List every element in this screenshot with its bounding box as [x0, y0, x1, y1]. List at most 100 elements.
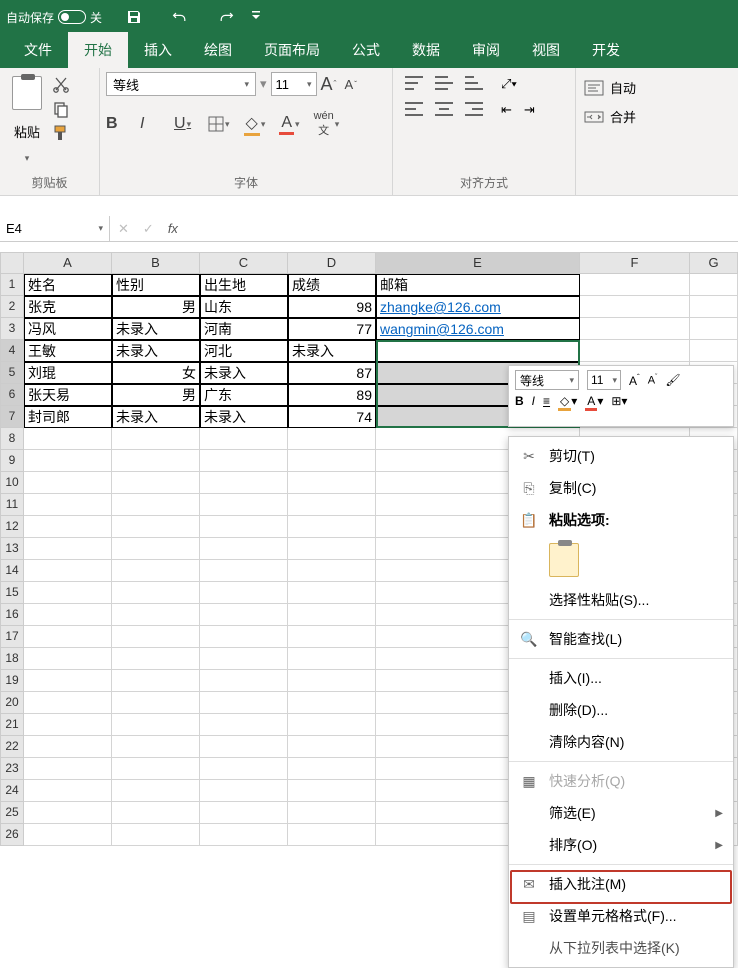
cell[interactable]: 刘琨	[24, 362, 112, 384]
cell[interactable]	[288, 582, 376, 604]
tab-data[interactable]: 数据	[396, 32, 456, 68]
cell[interactable]	[288, 780, 376, 802]
row-header-15[interactable]: 15	[0, 582, 24, 604]
cell[interactable]	[24, 736, 112, 758]
row-header-3[interactable]: 3	[0, 318, 24, 340]
borders-button[interactable]: ≡	[543, 394, 550, 408]
cell[interactable]	[112, 714, 200, 736]
cell[interactable]	[200, 758, 288, 780]
col-header-E[interactable]: E	[376, 252, 580, 274]
merge-center-button[interactable]: 合并	[584, 107, 730, 126]
cell[interactable]	[24, 472, 112, 494]
decrease-font-icon[interactable]: Aˇ	[648, 374, 658, 387]
cell[interactable]	[112, 626, 200, 648]
cell[interactable]: 张克	[24, 296, 112, 318]
cell[interactable]	[288, 626, 376, 648]
decrease-indent-icon[interactable]: ⇤	[501, 102, 512, 118]
cell[interactable]	[200, 450, 288, 472]
cell[interactable]	[580, 296, 690, 318]
fill-color-button[interactable]: ◇▾	[244, 113, 266, 136]
tab-review[interactable]: 审阅	[456, 32, 516, 68]
cell[interactable]	[288, 450, 376, 472]
cell[interactable]	[112, 824, 200, 846]
qat-dropdown-icon[interactable]	[248, 9, 264, 25]
cell[interactable]: 男	[112, 296, 200, 318]
menu-paste-option-default[interactable]	[509, 536, 733, 584]
increase-font-icon[interactable]: Aˆ	[321, 74, 341, 95]
menu-format-cells[interactable]: ▤ 设置单元格格式(F)...	[509, 900, 733, 932]
tab-view[interactable]: 视图	[516, 32, 576, 68]
cell[interactable]	[24, 494, 112, 516]
italic-button[interactable]: I	[140, 115, 160, 133]
font-color-button[interactable]: A▾	[585, 394, 603, 408]
autosave-toggle[interactable]: 自动保存 关	[6, 9, 102, 26]
borders-button[interactable]: ⊞▾	[611, 394, 627, 408]
cell[interactable]	[288, 714, 376, 736]
row-header-5[interactable]: 5	[0, 362, 24, 384]
tab-page-layout[interactable]: 页面布局	[248, 32, 336, 68]
row-header-17[interactable]: 17	[0, 626, 24, 648]
cell[interactable]	[24, 538, 112, 560]
cell[interactable]: 未录入	[200, 406, 288, 428]
cell[interactable]: wangmin@126.com	[376, 318, 580, 340]
col-header-D[interactable]: D	[288, 252, 376, 274]
cell[interactable]	[112, 582, 200, 604]
cell[interactable]: 未录入	[288, 340, 376, 362]
cell-E4[interactable]	[376, 340, 580, 362]
cell[interactable]	[24, 604, 112, 626]
menu-clear-contents[interactable]: 清除内容(N)	[509, 726, 733, 758]
cell[interactable]: 87	[288, 362, 376, 384]
row-header-18[interactable]: 18	[0, 648, 24, 670]
cell[interactable]	[112, 428, 200, 450]
cell[interactable]: zhangke@126.com	[376, 296, 580, 318]
italic-button[interactable]: I	[532, 394, 535, 408]
col-header-A[interactable]: A	[24, 252, 112, 274]
format-painter-icon[interactable]	[52, 124, 70, 142]
save-icon[interactable]	[126, 9, 142, 25]
select-all-corner[interactable]	[0, 252, 24, 274]
undo-icon[interactable]	[172, 9, 188, 25]
cell[interactable]	[112, 692, 200, 714]
tab-draw[interactable]: 绘图	[188, 32, 248, 68]
menu-filter[interactable]: 筛选(E) ▶	[509, 797, 733, 829]
cell[interactable]	[200, 714, 288, 736]
row-header-22[interactable]: 22	[0, 736, 24, 758]
cell[interactable]	[24, 626, 112, 648]
cell[interactable]	[24, 802, 112, 824]
cell[interactable]: 广东	[200, 384, 288, 406]
row-header-8[interactable]: 8	[0, 428, 24, 450]
tab-dev[interactable]: 开发	[576, 32, 636, 68]
wrap-text-button[interactable]: 自动	[584, 78, 730, 97]
cell[interactable]	[112, 780, 200, 802]
align-bottom-icon[interactable]	[465, 76, 483, 90]
cell[interactable]: 张天易	[24, 384, 112, 406]
cell[interactable]	[288, 670, 376, 692]
tab-file[interactable]: 文件	[8, 32, 68, 68]
row-header-26[interactable]: 26	[0, 824, 24, 846]
menu-insert-comment[interactable]: ✉ 插入批注(M)	[509, 868, 733, 900]
row-header-16[interactable]: 16	[0, 604, 24, 626]
cell[interactable]	[200, 802, 288, 824]
tab-home[interactable]: 开始	[68, 32, 128, 68]
cell[interactable]	[200, 780, 288, 802]
cell[interactable]: 未录入	[200, 362, 288, 384]
menu-smart-lookup[interactable]: 🔍 智能查找(L)	[509, 623, 733, 655]
cell[interactable]	[580, 318, 690, 340]
cell[interactable]	[112, 758, 200, 780]
cell[interactable]	[112, 736, 200, 758]
row-header-25[interactable]: 25	[0, 802, 24, 824]
cell[interactable]	[200, 604, 288, 626]
cell[interactable]	[200, 560, 288, 582]
decrease-font-icon[interactable]: Aˇ	[345, 77, 365, 92]
col-header-B[interactable]: B	[112, 252, 200, 274]
font-size-select[interactable]: 11 ▾	[271, 72, 317, 96]
row-header-20[interactable]: 20	[0, 692, 24, 714]
cell[interactable]	[112, 802, 200, 824]
copy-icon[interactable]	[52, 100, 70, 118]
mini-size-select[interactable]: 11▾	[587, 370, 621, 390]
cell[interactable]	[112, 494, 200, 516]
row-header-9[interactable]: 9	[0, 450, 24, 472]
row-header-4[interactable]: 4	[0, 340, 24, 362]
cell[interactable]: 未录入	[112, 340, 200, 362]
cut-icon[interactable]	[52, 76, 70, 94]
